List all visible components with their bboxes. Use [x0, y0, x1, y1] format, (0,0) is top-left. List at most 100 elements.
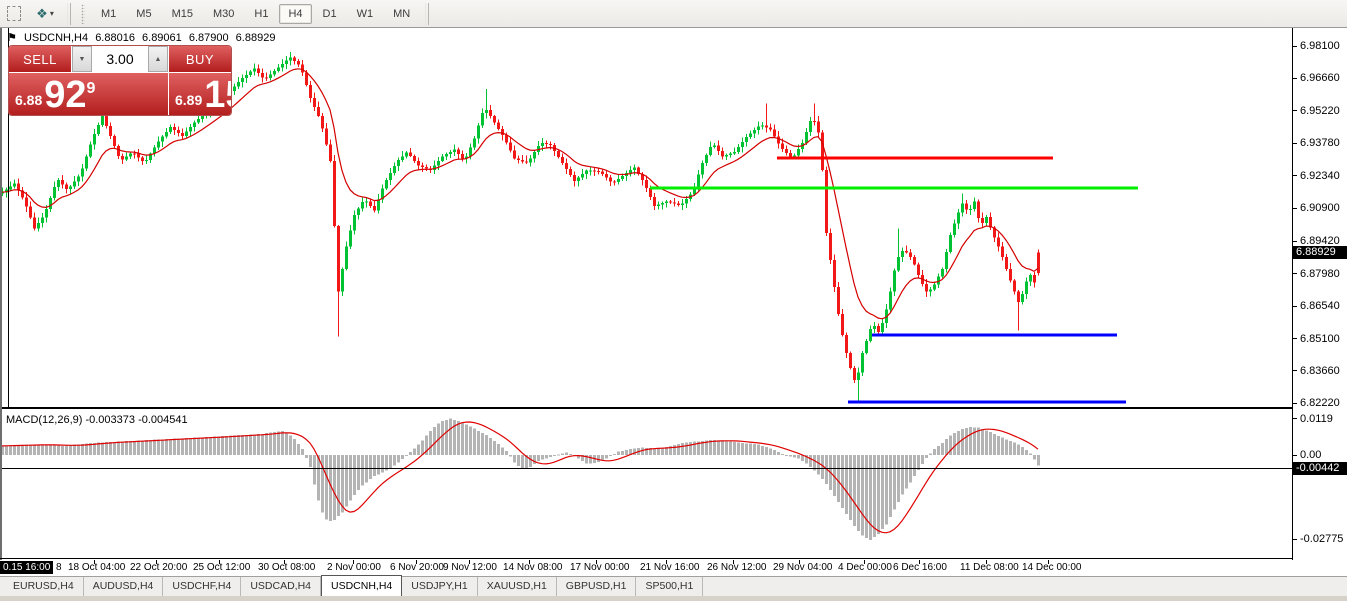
time-axis-label: 26 Nov 12:00 — [707, 562, 767, 573]
chevron-down-icon: ▾ — [50, 9, 54, 18]
objects-icon: ❖ — [36, 7, 48, 20]
price-axis-tick — [1292, 175, 1297, 176]
timeframe-button-m1[interactable]: M1 — [92, 4, 125, 24]
chart-tab-usdchf-h4[interactable]: USDCHF,H4 — [163, 577, 241, 596]
sell-button[interactable]: SELL — [9, 46, 71, 72]
flag-icon: ⚑ — [7, 32, 17, 44]
macd-axis-label: 0.0119 — [1300, 413, 1333, 425]
chart-tab-bar: EURUSD,H4AUDUSD,H4USDCHF,H4USDCAD,H4USDC… — [0, 576, 1347, 596]
timeframe-button-w1[interactable]: W1 — [348, 4, 383, 24]
toolbar-grip[interactable] — [81, 4, 85, 24]
time-axis-label: 14 Dec 00:00 — [1022, 562, 1082, 573]
price-axis-tick — [1292, 306, 1297, 307]
selection-cursor-icon[interactable] — [3, 4, 25, 24]
time-axis-label: 6 Nov 20:00 — [390, 562, 444, 573]
chart-tab-xauusd-h1[interactable]: XAUUSD,H1 — [478, 577, 557, 596]
time-axis-label: 18 Oct 04:00 — [68, 562, 125, 573]
macd-axis-tick — [1292, 539, 1297, 540]
current-price-label: 6.88929 — [1293, 246, 1347, 259]
current-macd-label: -0.00442 — [1293, 462, 1347, 475]
time-axis-label: 4 Dec 00:00 — [838, 562, 892, 573]
price-axis-tick — [1292, 403, 1297, 404]
toolbar-separator — [70, 3, 71, 25]
time-axis[interactable]: 0.15 16:00 8 18 Oct 04:00 22 Oct 20:00 25 … — [0, 560, 1347, 576]
price-axis-label: 6.92340 — [1300, 170, 1340, 182]
price-axis-label: 6.98100 — [1300, 40, 1340, 52]
macd-axis-label: -0.02775 — [1300, 533, 1343, 545]
buy-price-panel[interactable]: 6.89 15 4 — [169, 73, 231, 116]
chart-tab-sp500-h1[interactable]: SP500,H1 — [636, 577, 703, 596]
price-axis-label: 6.90900 — [1300, 202, 1340, 214]
chart-tab-usdjpy-h1[interactable]: USDJPY,H1 — [402, 577, 477, 596]
ohlc-high: 6.89061 — [142, 32, 182, 44]
macd-chart-canvas[interactable] — [2, 410, 1292, 558]
volume-decrease-button[interactable]: ▼ — [72, 46, 92, 72]
timeframe-button-m30[interactable]: M30 — [204, 4, 243, 24]
ohlc-open: 6.88016 — [95, 32, 135, 44]
sell-price-sup: 9 — [87, 80, 96, 98]
price-axis-tick — [1292, 273, 1297, 274]
time-axis-label: 2 Nov 00:00 — [327, 562, 381, 573]
sell-price-panel[interactable]: 6.88 92 9 — [9, 73, 168, 116]
chart-ohlc-header: ⚑ USDCNH,H4 6.88016 6.89061 6.87900 6.88… — [7, 31, 279, 44]
price-axis-tick — [1292, 338, 1297, 339]
buy-price-big: 15 — [204, 78, 232, 112]
buy-price-small: 6.89 — [175, 92, 202, 108]
chart-tab-eurusd-h4[interactable]: EURUSD,H4 — [4, 577, 84, 596]
time-axis-label: 29 Nov 04:00 — [773, 562, 833, 573]
objects-dropdown-icon[interactable]: ❖ ▾ — [28, 4, 62, 24]
price-axis-tick — [1292, 241, 1297, 242]
price-axis-label: 6.82220 — [1300, 397, 1340, 409]
volume-stepper: ▼ 3.00 ▲ — [72, 46, 168, 72]
macd-axis-label: 0.00 — [1300, 449, 1321, 461]
price-axis-tick — [1292, 370, 1297, 371]
top-toolbar: ❖ ▾ M1M5M15M30H1H4D1W1MN — [0, 0, 1347, 28]
timeframe-button-m15[interactable]: M15 — [163, 4, 202, 24]
price-axis-tick — [1292, 143, 1297, 144]
time-axis-label: 14 Nov 08:00 — [503, 562, 563, 573]
price-axis-label: 6.87980 — [1300, 268, 1340, 280]
time-axis-label: 22 Oct 20:00 — [130, 562, 187, 573]
window-bottom-strip — [0, 596, 1347, 601]
price-axis-tick — [1292, 78, 1297, 79]
chart-tab-usdcnh-h4[interactable]: USDCNH,H4 — [321, 575, 402, 596]
price-axis-tick — [1292, 110, 1297, 111]
chart-symbol-period: USDCNH,H4 — [24, 32, 88, 44]
price-axis-tick — [1292, 46, 1297, 47]
price-axis-label: 6.83660 — [1300, 365, 1340, 377]
time-axis-label: 25 Oct 12:00 — [193, 562, 250, 573]
chart-tab-usdcad-h4[interactable]: USDCAD,H4 — [241, 577, 321, 596]
timeframe-button-mn[interactable]: MN — [384, 4, 419, 24]
toolbar-separator-2 — [428, 3, 429, 25]
price-axis-tick — [1292, 208, 1297, 209]
price-axis-label: 6.95220 — [1300, 105, 1340, 117]
sell-price-small: 6.88 — [15, 92, 42, 108]
macd-label: MACD(12,26,9) -0.003373 -0.004541 — [6, 414, 188, 426]
time-axis-label: 21 Nov 16:00 — [640, 562, 700, 573]
volume-increase-button[interactable]: ▲ — [148, 46, 168, 72]
timeframe-button-h4[interactable]: H4 — [279, 4, 311, 24]
pane-separator[interactable] — [2, 407, 1292, 409]
partial-date-label: 8 — [56, 562, 62, 573]
price-axis-label: 6.86540 — [1300, 300, 1340, 312]
time-axis-label: 6 Dec 16:00 — [893, 562, 947, 573]
time-axis-label: 9 Nov 12:00 — [443, 562, 497, 573]
macd-axis-tick — [1292, 418, 1297, 419]
chart-tab-gbpusd-h1[interactable]: GBPUSD,H1 — [557, 577, 637, 596]
timeframe-button-m5[interactable]: M5 — [127, 4, 160, 24]
time-axis-label: 11 Dec 08:00 — [960, 562, 1019, 573]
volume-field[interactable]: 3.00 — [92, 46, 148, 72]
chart-tab-audusd-h4[interactable]: AUDUSD,H4 — [84, 577, 164, 596]
buy-button[interactable]: BUY — [169, 46, 231, 72]
timeframe-button-h1[interactable]: H1 — [245, 4, 277, 24]
macd-axis-tick — [1292, 455, 1297, 456]
timeframe-button-d1[interactable]: D1 — [314, 4, 346, 24]
macd-pane-bottom-border — [0, 558, 1292, 559]
macd-indicator-pane[interactable] — [2, 410, 1292, 558]
time-axis-label: 17 Nov 00:00 — [570, 562, 630, 573]
ohlc-close: 6.88929 — [236, 32, 276, 44]
vline-time-label: 0.15 16:00 — [0, 561, 53, 574]
one-click-trading-widget: SELL ▼ 3.00 ▲ BUY 6.88 92 9 6.89 15 4 — [8, 45, 232, 116]
price-axis-label: 6.96660 — [1300, 72, 1340, 84]
timeframe-buttons: M1M5M15M30H1H4D1W1MN — [91, 4, 420, 24]
